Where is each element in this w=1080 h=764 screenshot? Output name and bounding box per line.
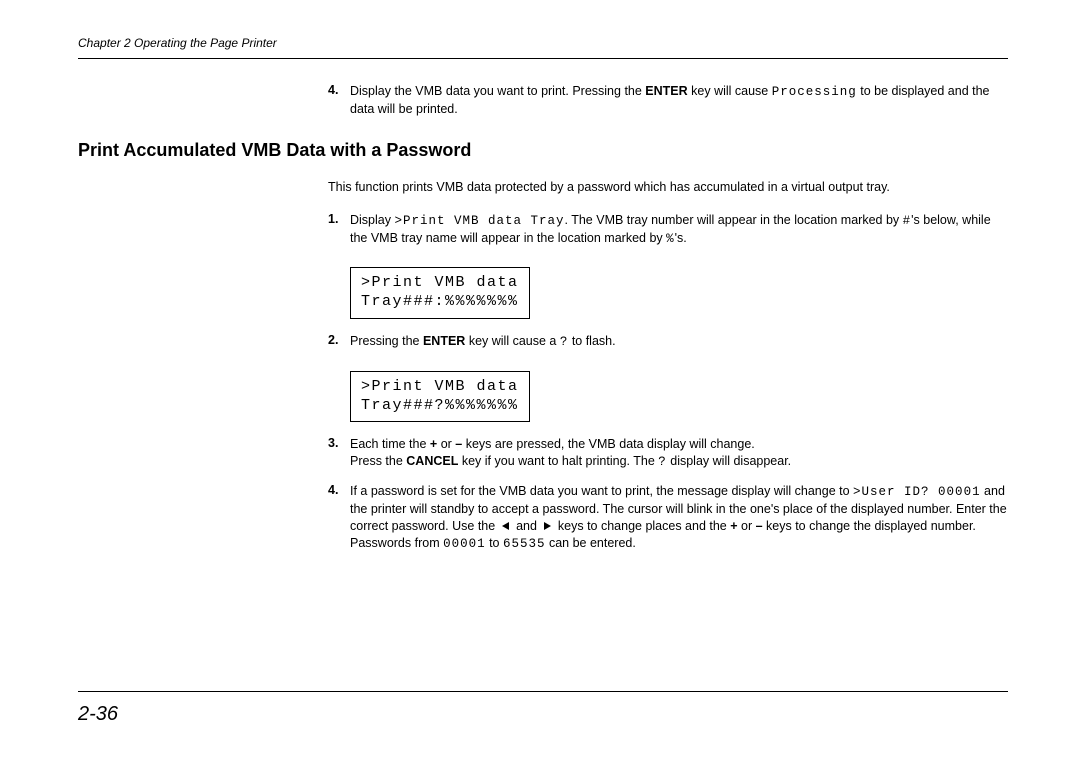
text: or [437,437,455,451]
section-intro: This function prints VMB data protected … [328,179,1008,196]
text: Press the [350,454,406,468]
q-char: ? [658,455,667,469]
text: and [516,519,540,533]
bottom-rule [78,691,1008,692]
text: to flash. [568,334,615,348]
minus-key: – [756,519,763,533]
text: display will disappear. [667,454,791,468]
step-2: 2. Pressing the ENTER key will cause a ?… [328,333,1008,351]
plus-key: + [730,519,737,533]
text: Each time the [350,437,430,451]
lcd-line1: >Print VMB data [361,378,519,395]
text: key will cause [688,84,772,98]
pw-min: 00001 [443,537,486,551]
user-id-string: >User ID? 00001 [853,485,981,499]
prev-step-4: 4. Display the VMB data you want to prin… [328,83,1008,118]
lcd-line1: >Print VMB data [361,274,519,291]
top-rule [78,58,1008,59]
step-number: 4. [328,483,350,553]
step-1: 1. Display >Print VMB data Tray. The VMB… [328,212,1008,248]
lcd-display-1: >Print VMB data Tray###:%%%%%%% [350,267,530,319]
lcd-display-2: >Print VMB data Tray###?%%%%%%% [350,371,530,423]
text: Pressing the [350,334,423,348]
step-body: Display >Print VMB data Tray. The VMB tr… [350,212,1008,248]
lcd-line2: Tray###?%%%%%%% [361,397,519,414]
step-body: Each time the + or – keys are pressed, t… [350,436,1008,471]
step-number: 3. [328,436,350,471]
right-arrow-icon [544,522,551,530]
cancel-key: CANCEL [406,454,458,468]
left-arrow-icon [502,522,509,530]
step-number: 4. [328,83,350,118]
pw-max: 65535 [503,537,546,551]
display-string: >Print VMB data Tray [394,214,564,228]
text: If a password is set for the VMB data yo… [350,484,853,498]
hash-char: # [903,214,912,228]
lcd-line2: Tray###:%%%%%%% [361,293,519,310]
enter-key: ENTER [645,84,687,98]
text: 's. [675,231,687,245]
step-body: Display the VMB data you want to print. … [350,83,1008,118]
text: Display [350,213,394,227]
step-3: 3. Each time the + or – keys are pressed… [328,436,1008,471]
text: can be entered. [546,536,636,550]
text: key will cause a [465,334,559,348]
section-title: Print Accumulated VMB Data with a Passwo… [78,140,1008,161]
enter-key: ENTER [423,334,465,348]
text: . The VMB tray number will appear in the… [565,213,903,227]
page-number: 2-36 [78,703,118,726]
step-number: 1. [328,212,350,248]
step-body: If a password is set for the VMB data yo… [350,483,1008,553]
processing-mono: Processing [772,85,857,99]
text: Display the VMB data you want to print. … [350,84,645,98]
chapter-header: Chapter 2 Operating the Page Printer [78,36,1008,50]
percent-char: % [666,232,675,246]
text: keys to change places and the [558,519,730,533]
step-number: 2. [328,333,350,351]
step-4: 4. If a password is set for the VMB data… [328,483,1008,553]
text: keys are pressed, the VMB data display w… [462,437,755,451]
text: to [486,536,503,550]
step-body: Pressing the ENTER key will cause a ? to… [350,333,1008,351]
text: or [738,519,756,533]
text: key if you want to halt printing. The [458,454,658,468]
